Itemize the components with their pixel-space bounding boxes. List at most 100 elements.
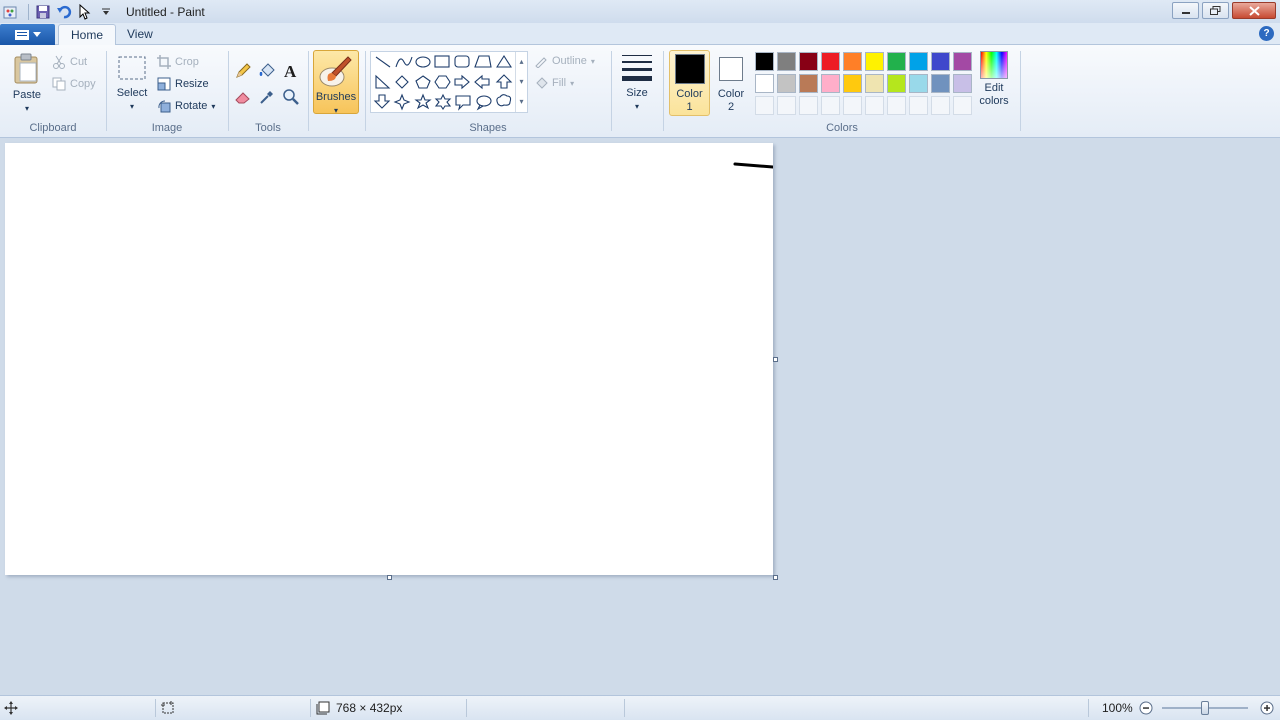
custom-color-slot[interactable] [865, 96, 884, 115]
brushes-button[interactable]: Brushes ▾ [313, 50, 359, 115]
color1-button[interactable]: Color 1 [669, 50, 710, 116]
undo-icon[interactable] [55, 3, 73, 21]
zoom-out-button[interactable] [1139, 701, 1153, 718]
hexagon-shape-icon[interactable] [434, 75, 451, 89]
palette-swatch[interactable] [821, 74, 840, 93]
custom-color-slot[interactable] [755, 96, 774, 115]
six-point-star-shape-icon[interactable] [434, 93, 452, 110]
palette-swatch[interactable] [865, 74, 884, 93]
drawing-canvas[interactable] [5, 143, 773, 575]
minimize-button[interactable] [1172, 2, 1199, 19]
pentagon-shape-icon[interactable] [415, 75, 431, 89]
copy-button[interactable]: Copy [52, 77, 96, 91]
palette-swatch[interactable] [755, 74, 774, 93]
custom-color-slot[interactable] [843, 96, 862, 115]
four-point-star-shape-icon[interactable] [393, 93, 411, 111]
oval-callout-shape-icon[interactable] [476, 95, 492, 111]
custom-color-slot[interactable] [909, 96, 928, 115]
paint-app-icon[interactable] [2, 3, 20, 21]
polygon-shape-icon[interactable] [474, 55, 492, 68]
left-arrow-shape-icon[interactable] [474, 74, 490, 90]
fill-icon [536, 77, 548, 89]
custom-color-slot[interactable] [799, 96, 818, 115]
save-icon[interactable] [34, 3, 52, 21]
rectangle-shape-icon[interactable] [434, 55, 450, 68]
crop-icon [157, 55, 171, 69]
edit-colors-button[interactable]: Edit colors [975, 51, 1013, 108]
color-picker-icon[interactable] [257, 87, 277, 107]
palette-swatch[interactable] [931, 52, 950, 71]
palette-swatch[interactable] [755, 52, 774, 71]
palette-swatch[interactable] [887, 52, 906, 71]
magnifier-icon[interactable] [281, 87, 301, 107]
five-point-star-shape-icon[interactable] [414, 93, 432, 110]
canvas-drawing [733, 162, 773, 169]
down-arrow-shape-icon[interactable] [373, 94, 391, 109]
palette-swatch[interactable] [799, 74, 818, 93]
window-title: Untitled - Paint [126, 4, 205, 19]
canvas-workspace[interactable] [0, 138, 1280, 695]
curve-shape-icon[interactable] [395, 56, 413, 68]
palette-swatch[interactable] [909, 74, 928, 93]
custom-color-slot[interactable] [931, 96, 950, 115]
cursor-position-icon [4, 701, 18, 718]
outline-button[interactable]: Outline ▾ [534, 54, 595, 68]
close-button[interactable] [1232, 2, 1276, 19]
rounded-rectangle-shape-icon[interactable] [454, 55, 470, 68]
zoom-in-button[interactable] [1260, 701, 1274, 718]
size-button[interactable]: Size ▾ [618, 51, 656, 113]
right-arrow-shape-icon[interactable] [454, 74, 470, 90]
rounded-callout-shape-icon[interactable] [455, 95, 471, 111]
help-icon[interactable]: ? [1259, 26, 1274, 41]
resize-handle-bottom[interactable] [387, 575, 392, 580]
custom-color-slot[interactable] [887, 96, 906, 115]
eraser-icon[interactable] [233, 87, 253, 107]
palette-swatch[interactable] [777, 52, 796, 71]
oval-shape-icon[interactable] [415, 56, 431, 68]
color2-button[interactable]: Color 2 [712, 50, 750, 116]
crop-button[interactable]: Crop [157, 55, 199, 69]
palette-swatch[interactable] [931, 74, 950, 93]
fill-bucket-icon[interactable] [257, 61, 277, 81]
select-icon [118, 56, 146, 80]
resize-button[interactable]: Resize [157, 77, 209, 91]
palette-swatch[interactable] [821, 52, 840, 71]
palette-swatch[interactable] [843, 52, 862, 71]
customize-toolbar-chevron-icon[interactable] [97, 3, 115, 21]
line-shape-icon[interactable] [375, 56, 391, 68]
paint-menu-button[interactable] [0, 24, 55, 45]
rotate-button[interactable]: Rotate ▾ [157, 99, 215, 113]
restore-button[interactable] [1202, 2, 1229, 19]
diamond-shape-icon[interactable] [395, 75, 409, 89]
tab-view[interactable]: View [115, 24, 165, 46]
palette-swatch[interactable] [865, 52, 884, 71]
palette-swatch[interactable] [953, 74, 972, 93]
palette-swatch[interactable] [887, 74, 906, 93]
zoom-slider-thumb[interactable] [1201, 701, 1209, 715]
up-arrow-shape-icon[interactable] [495, 74, 513, 89]
select-button[interactable]: Select ▾ [113, 53, 151, 113]
palette-swatch[interactable] [843, 74, 862, 93]
tab-home[interactable]: Home [58, 24, 117, 46]
pencil-icon[interactable] [233, 61, 253, 81]
palette-swatch[interactable] [799, 52, 818, 71]
custom-color-slot[interactable] [777, 96, 796, 115]
paste-button[interactable]: Paste ▾ [8, 53, 46, 115]
palette-swatch[interactable] [777, 74, 796, 93]
shapes-scroll[interactable]: ▴ ▾ ▾ [515, 52, 527, 112]
custom-color-slot[interactable] [821, 96, 840, 115]
cut-button[interactable]: Cut [52, 55, 87, 69]
resize-handle-right[interactable] [773, 357, 778, 362]
palette-swatch[interactable] [953, 52, 972, 71]
text-icon[interactable]: A [281, 61, 301, 81]
brushes-label: Brushes [315, 91, 357, 103]
palette-swatch[interactable] [909, 52, 928, 71]
redo-icon[interactable] [76, 3, 94, 21]
cloud-callout-shape-icon[interactable] [496, 94, 512, 107]
edit-colors-label-line1: Edit [984, 82, 1004, 94]
triangle-shape-icon[interactable] [495, 54, 513, 68]
fill-button[interactable]: Fill ▾ [534, 76, 574, 90]
resize-handle-corner[interactable] [773, 575, 778, 580]
custom-color-slot[interactable] [953, 96, 972, 115]
right-triangle-shape-icon[interactable] [375, 74, 391, 89]
